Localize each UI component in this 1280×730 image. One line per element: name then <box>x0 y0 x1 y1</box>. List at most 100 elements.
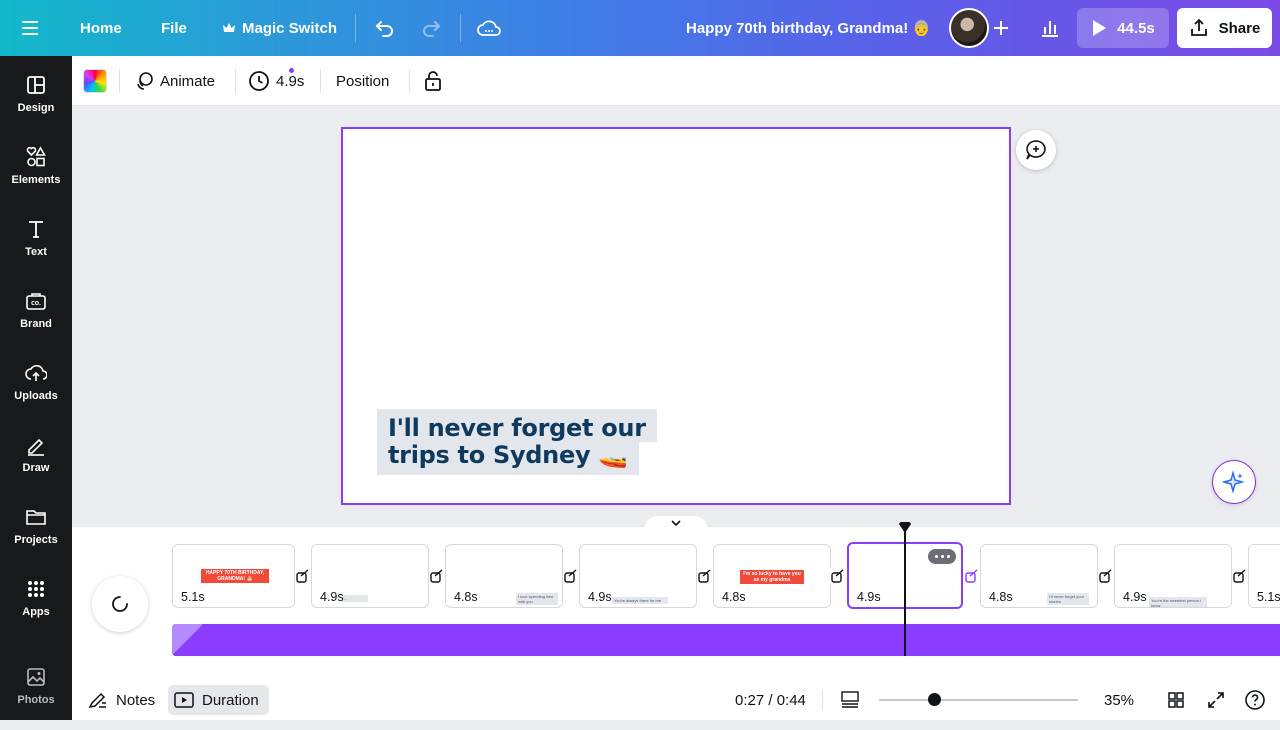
sidebar-item-elements[interactable]: Elements <box>0 146 72 210</box>
sidebar-item-photos[interactable]: Photos <box>0 666 72 730</box>
lock-button[interactable] <box>423 66 443 96</box>
transition-button[interactable] <box>429 568 445 584</box>
playhead-handle[interactable] <box>898 522 912 534</box>
home-button[interactable]: Home <box>68 8 134 48</box>
zoom-level[interactable]: 35% <box>1098 685 1140 715</box>
sidebar-item-apps[interactable]: Apps <box>0 578 72 642</box>
magic-switch-button[interactable]: Magic Switch <box>210 8 349 48</box>
timeline-slide[interactable]: You're the sweetest person I know 4.9s <box>1114 544 1232 608</box>
sidebar-item-projects[interactable]: Projects <box>0 506 72 570</box>
context-toolbar: Animate 4.9s Position <box>72 56 1280 106</box>
shapes-icon <box>26 146 46 167</box>
divider <box>460 14 461 42</box>
sidebar-item-draw[interactable]: Draw <box>0 434 72 498</box>
color-picker-button[interactable] <box>83 66 107 96</box>
transition-icon <box>564 569 577 583</box>
animate-label: Animate <box>160 72 216 90</box>
plus-icon <box>994 21 1008 35</box>
notes-icon <box>88 692 106 709</box>
chevron-down-icon <box>671 520 681 527</box>
sidebar-item-label: Design <box>17 102 55 114</box>
present-button[interactable]: 44.5s <box>1077 8 1169 48</box>
grid-view-icon <box>1168 692 1184 708</box>
clock-icon <box>249 71 269 91</box>
timeline-slide[interactable]: 5.1s <box>1248 544 1280 608</box>
svg-text:CO.: CO. <box>31 301 41 307</box>
transition-button[interactable] <box>1098 568 1114 584</box>
file-button[interactable]: File <box>149 8 199 48</box>
timeline-slide[interactable]: I'll never forget your stories 4.8s <box>980 544 1098 608</box>
transition-button[interactable] <box>697 568 713 584</box>
undo-button[interactable] <box>370 14 400 42</box>
transition-icon <box>831 569 844 583</box>
slide-thumbnail-text: You're the sweetest person I know <box>1149 597 1207 607</box>
zoom-slider-track[interactable] <box>879 699 1078 701</box>
crown-icon <box>223 23 235 32</box>
brand-icon: CO. <box>26 293 46 310</box>
slide-thumbnail-text: ... <box>342 595 368 602</box>
magic-assistant-button[interactable] <box>1212 460 1256 504</box>
redo-icon <box>423 21 441 37</box>
notes-label: Notes <box>116 691 156 709</box>
caption-line-2: trips to Sydney 🚤 <box>377 442 639 475</box>
slide-more-options-button[interactable] <box>928 549 956 564</box>
cloud-save-button[interactable] <box>474 14 504 42</box>
position-button[interactable]: Position <box>336 66 389 96</box>
transition-button[interactable] <box>295 568 311 584</box>
duration-button[interactable]: 4.9s <box>248 66 304 96</box>
insights-button[interactable] <box>1030 8 1070 48</box>
divider <box>235 69 236 93</box>
menu-icon[interactable] <box>22 17 50 39</box>
redo-button[interactable] <box>416 14 446 42</box>
undo-icon <box>375 21 393 37</box>
divider <box>822 690 823 710</box>
transition-button[interactable] <box>1232 568 1248 584</box>
duration-toggle-button[interactable]: Duration <box>168 685 269 715</box>
sidebar-item-label: Uploads <box>14 390 58 402</box>
sidebar-item-label: Elements <box>11 174 61 186</box>
audio-track[interactable] <box>172 624 1280 656</box>
upload-icon <box>1190 18 1207 36</box>
slide-duration: 4.9s <box>320 590 344 604</box>
animate-button[interactable]: Animate <box>134 66 215 96</box>
document-title[interactable]: Happy 70th birthday, Grandma! 👵 <box>686 19 931 37</box>
spinner-icon <box>112 596 128 612</box>
sidebar-item-uploads[interactable]: Uploads <box>0 362 72 426</box>
timeline-slide[interactable]: You're always there for me 4.9s <box>579 544 697 608</box>
timeline-slide[interactable]: ... 4.9s <box>311 544 429 608</box>
slide-thumbnail-text: I love spending time with you <box>516 593 558 605</box>
layout-view-button[interactable] <box>838 689 862 711</box>
add-collaborator-button[interactable] <box>985 12 1017 44</box>
sidebar-item-text[interactable]: Text <box>0 218 72 282</box>
transition-icon <box>1233 569 1246 583</box>
timeline-slide[interactable]: I love spending time with you 4.8s <box>445 544 563 608</box>
slide-duration: 4.9s <box>588 590 612 604</box>
share-button[interactable]: Share <box>1177 8 1272 48</box>
divider <box>409 69 410 93</box>
transition-button[interactable] <box>830 568 846 584</box>
timeline-slide[interactable]: I'm so lucky to have you as my grandma 4… <box>713 544 831 608</box>
sidebar-item-design[interactable]: Design <box>0 74 72 138</box>
timeline-slide[interactable]: HAPPY 70TH BIRTHDAY, GRANDMA! 🎂 5.1s <box>172 544 295 608</box>
transition-button[interactable] <box>563 568 579 584</box>
add-comment-button[interactable] <box>1016 130 1056 170</box>
text-icon <box>29 221 43 238</box>
notes-button[interactable]: Notes <box>82 685 161 715</box>
sidebar: Design Elements Text CO. Brand Uploads D… <box>0 56 72 720</box>
help-button[interactable] <box>1243 688 1267 712</box>
cloud-upload-icon <box>25 365 47 381</box>
cloud-icon <box>477 20 501 36</box>
avatar[interactable] <box>949 8 989 48</box>
sidebar-item-brand[interactable]: CO. Brand <box>0 290 72 354</box>
share-label: Share <box>1218 19 1261 37</box>
design-canvas[interactable]: I'll never forget our trips to Sydney 🚤 <box>341 127 1011 505</box>
transition-icon <box>698 569 711 583</box>
playhead[interactable] <box>904 530 906 656</box>
caption-text-box[interactable]: I'll never forget our trips to Sydney 🚤 <box>377 409 657 475</box>
video-icon <box>174 692 194 708</box>
collapse-timeline-button[interactable] <box>644 516 708 530</box>
transition-button-active[interactable] <box>964 568 980 584</box>
grid-view-button[interactable] <box>1165 689 1187 711</box>
fullscreen-button[interactable] <box>1205 689 1227 711</box>
slide-duration: 4.8s <box>454 590 478 604</box>
